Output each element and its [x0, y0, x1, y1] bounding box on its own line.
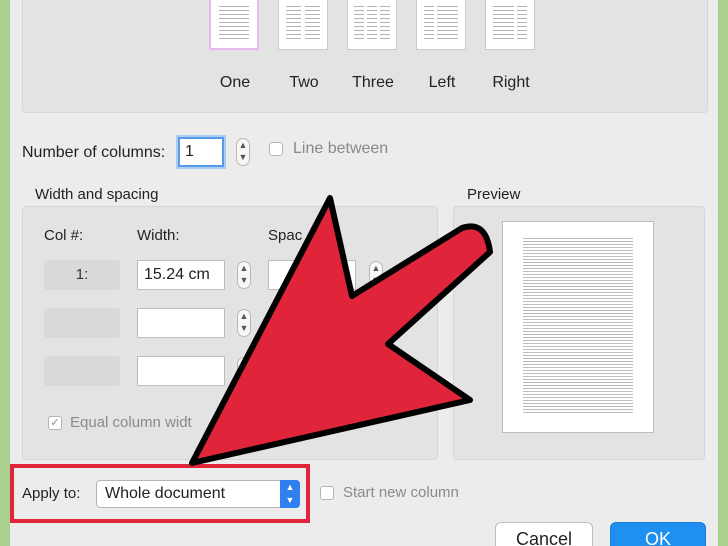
- annotation-arrow-icon: [189, 195, 493, 466]
